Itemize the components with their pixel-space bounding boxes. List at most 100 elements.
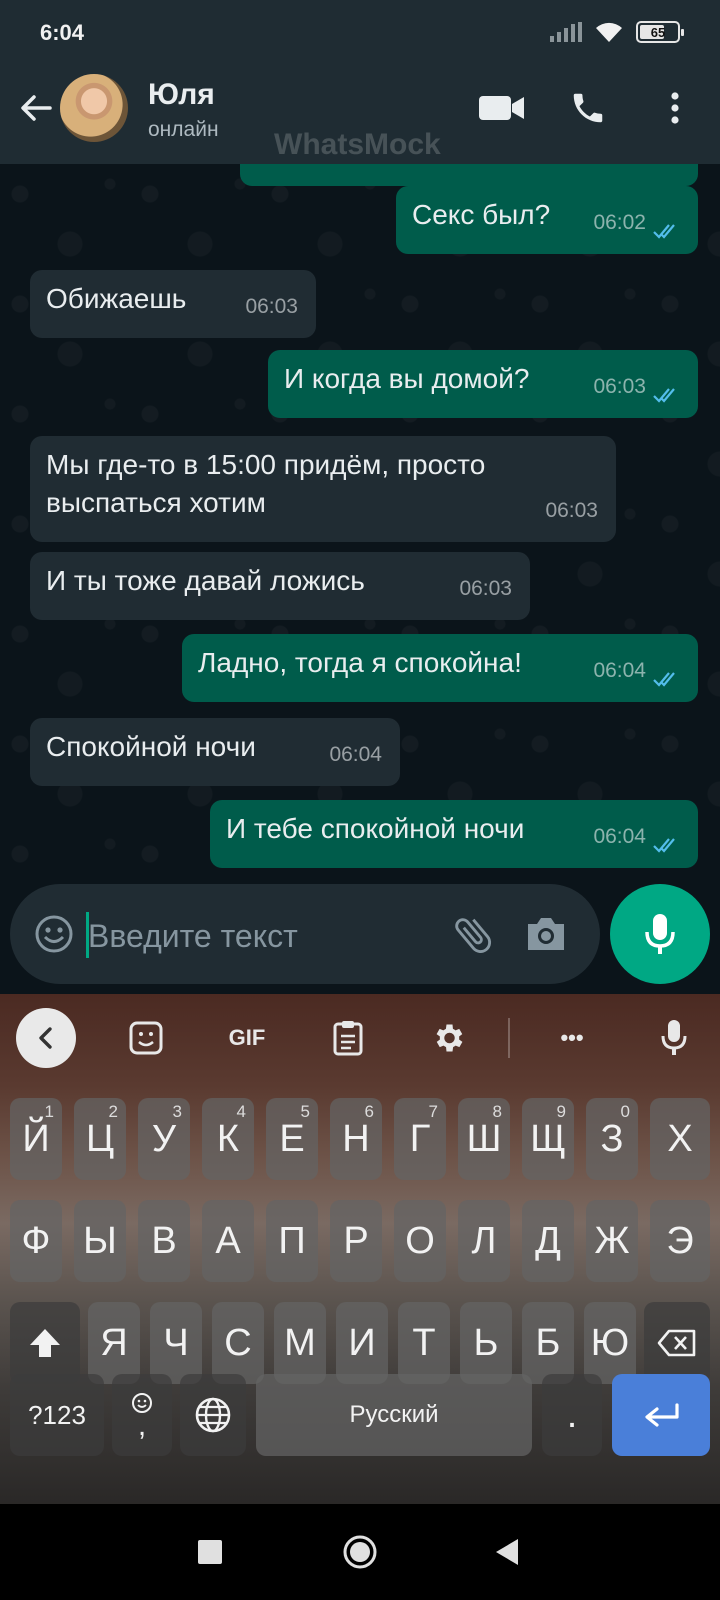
key-row3[interactable]: Т [398,1302,450,1384]
message-text: И тебе спокойной ночи [226,813,525,844]
contact-status: онлайн [148,118,219,141]
soft-keyboard: GIF ••• Й1 Ц2 У3 К4 Е5 Н6 Г7 Ш8 Щ9 З0 Х … [0,994,720,1504]
language-key[interactable] [180,1374,246,1456]
period-key[interactable]: . [542,1374,602,1456]
key-row2[interactable]: В [138,1200,190,1282]
contact-name[interactable]: Юля [148,78,215,112]
back-triangle-icon[interactable] [488,1532,528,1572]
message-time: 06:03 [545,499,598,522]
toolbar-divider [508,1018,510,1058]
emoji-icon[interactable] [34,914,74,954]
more-tools-button[interactable]: ••• [552,1016,592,1060]
message-text: Обижаешь [46,283,187,314]
status-time: 6:04 [40,20,85,45]
contact-avatar[interactable] [60,74,128,142]
read-ticks-icon [653,838,675,853]
key-row3[interactable]: С [212,1302,264,1384]
message-bubble-outgoing[interactable]: Секс был? 06:02 [396,186,698,254]
shift-key[interactable] [10,1302,80,1384]
key-row2[interactable]: Ы [74,1200,126,1282]
key-row1[interactable]: Ш8 [458,1098,510,1180]
message-bubble-outgoing[interactable]: И тебе спокойной ночи 06:04 [210,800,698,868]
key-row2[interactable]: О [394,1200,446,1282]
message-text: И когда вы домой? [284,363,530,394]
recents-square-icon[interactable] [190,1532,230,1572]
message-time: 06:03 [459,577,512,600]
key-row1[interactable]: Щ9 [522,1098,574,1180]
key-row2[interactable]: Э [650,1200,710,1282]
key-row3[interactable]: Ю [584,1302,636,1384]
key-row2[interactable]: Р [330,1200,382,1282]
back-arrow-icon[interactable] [16,88,56,128]
backspace-icon [657,1329,696,1357]
chevron-left-icon[interactable] [16,1008,76,1068]
voice-record-button[interactable] [610,884,710,984]
read-ticks-icon [653,388,675,403]
message-input[interactable]: Введите текст [88,918,298,955]
key-row1[interactable]: З0 [586,1098,638,1180]
key-row3[interactable]: Ч [150,1302,202,1384]
chat-area[interactable]: Секс был? 06:02 Обижаешь 06:03 И когда в… [0,164,720,884]
chat-header: Юля онлайн WhatsMock [0,58,720,164]
message-bubble-incoming[interactable]: Спокойной ночи 06:04 [30,718,400,786]
comma-label: , [137,1409,147,1442]
read-ticks-icon [653,672,675,687]
key-row1[interactable]: Е5 [266,1098,318,1180]
battery-level: 65 [650,24,666,40]
read-ticks-icon [653,224,675,239]
key-row2[interactable]: Л [458,1200,510,1282]
message-bubble-incoming[interactable]: Обижаешь 06:03 [30,270,316,338]
key-row1[interactable]: Х [650,1098,710,1180]
key-row2[interactable]: А [202,1200,254,1282]
signal-icon [550,22,582,42]
message-time: 06:03 [245,295,298,318]
globe-icon [195,1397,231,1433]
key-row1[interactable]: Н6 [330,1098,382,1180]
space-bar[interactable]: Русский [256,1374,532,1456]
symbols-key[interactable]: ?123 [10,1374,104,1456]
more-options-icon[interactable] [660,86,690,130]
key-row3[interactable]: Я [88,1302,140,1384]
sticker-icon[interactable] [126,1016,166,1060]
key-row3[interactable]: Ь [460,1302,512,1384]
key-row1[interactable]: У3 [138,1098,190,1180]
comma-emoji-key[interactable]: , [112,1374,172,1456]
message-bubble-partial [240,164,698,186]
key-row2[interactable]: Ф [10,1200,62,1282]
home-circle-icon[interactable] [340,1532,380,1572]
key-row1[interactable]: К4 [202,1098,254,1180]
message-bubble-outgoing[interactable]: И когда вы домой? 06:03 [268,350,698,418]
key-row3[interactable]: Б [522,1302,574,1384]
message-input-bar[interactable]: Введите текст [10,884,600,984]
key-row3[interactable]: И [336,1302,388,1384]
system-icons: 65 [550,20,684,44]
settings-gear-icon[interactable] [428,1016,468,1060]
key-row1[interactable]: Г7 [394,1098,446,1180]
backspace-key[interactable] [644,1302,710,1384]
enter-arrow-icon [645,1403,679,1427]
system-nav-bar [0,1504,720,1600]
microphone-icon [645,914,675,954]
keyboard-toolbar: GIF ••• [0,994,720,1082]
camera-icon[interactable] [524,914,568,954]
key-row3[interactable]: М [274,1302,326,1384]
message-text: Секс был? [412,199,551,230]
message-bubble-incoming[interactable]: И ты тоже давай ложись 06:03 [30,552,530,620]
message-bubble-incoming[interactable]: Мы где-то в 15:00 придём, просто выспать… [30,436,616,542]
clipboard-icon[interactable] [330,1016,366,1060]
attach-icon[interactable] [450,912,496,958]
message-text: Ладно, тогда я спокойна! [198,647,522,678]
message-time: 06:02 [593,211,646,234]
video-call-icon[interactable] [474,86,530,130]
message-bubble-outgoing[interactable]: Ладно, тогда я спокойна! 06:04 [182,634,698,702]
status-bar: 6:04 65 [0,0,720,58]
key-row1[interactable]: Й1 [10,1098,62,1180]
key-row2[interactable]: Д [522,1200,574,1282]
enter-key[interactable] [612,1374,710,1456]
key-row2[interactable]: Ж [586,1200,638,1282]
voice-input-icon[interactable] [656,1016,692,1060]
key-row1[interactable]: Ц2 [74,1098,126,1180]
gif-button[interactable]: GIF [222,1016,272,1060]
key-row2[interactable]: П [266,1200,318,1282]
phone-icon[interactable] [566,86,610,130]
